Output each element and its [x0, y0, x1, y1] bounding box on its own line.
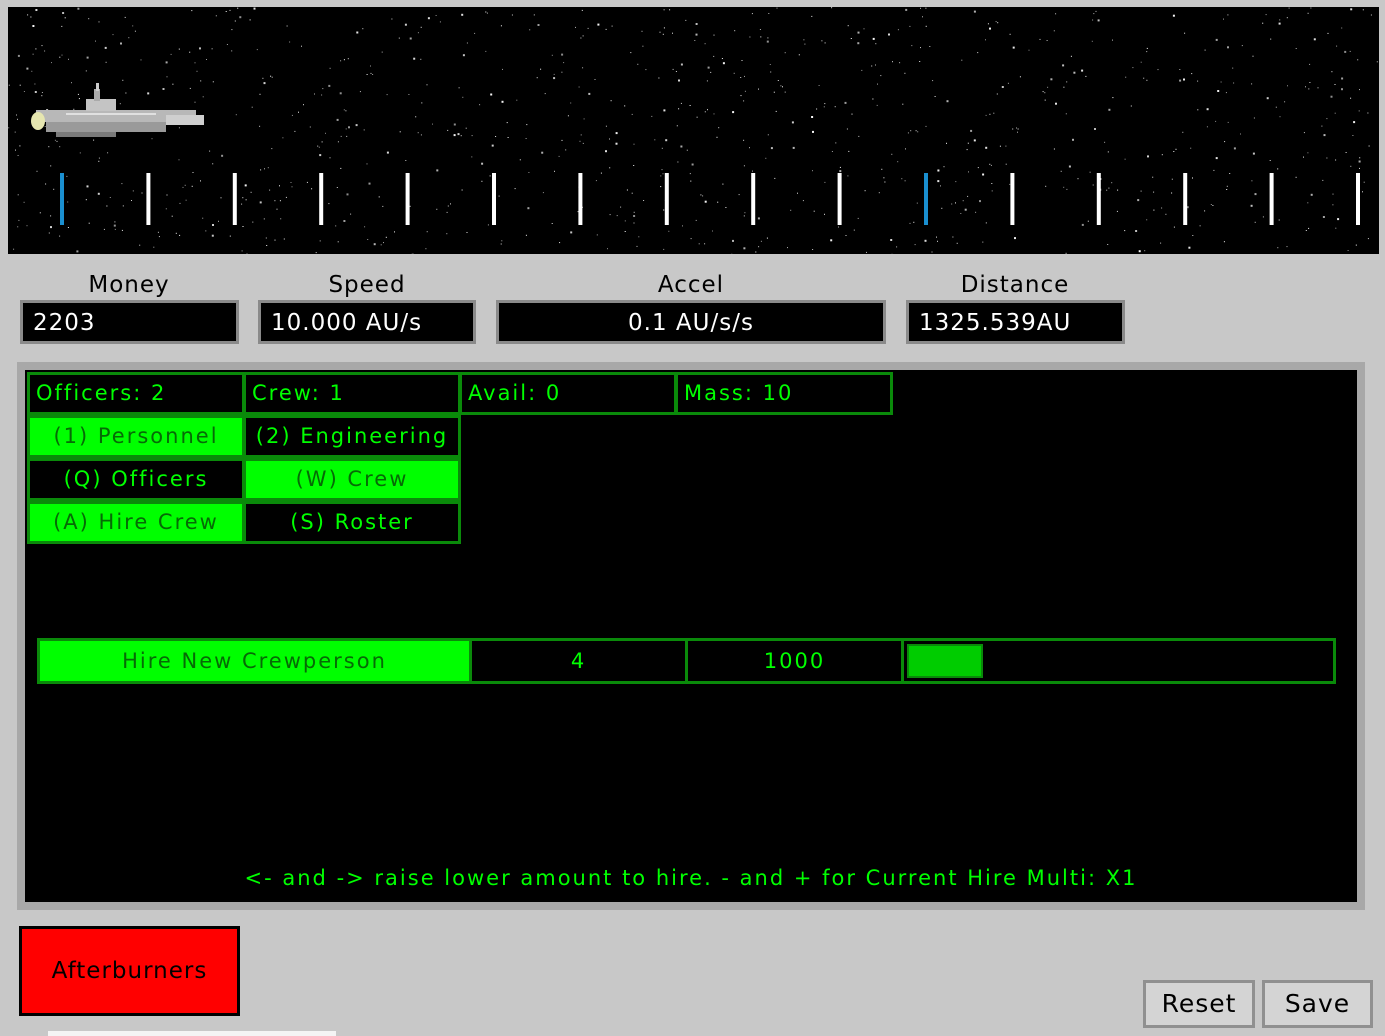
- tab-roster[interactable]: (S) Roster: [243, 501, 461, 544]
- track-marker: [664, 173, 669, 225]
- track-marker: [1269, 173, 1274, 225]
- hire-new-crewperson-button[interactable]: Hire New Crewperson: [40, 641, 472, 681]
- crew-count: Crew: 1: [243, 372, 461, 415]
- track-marker: [578, 173, 583, 225]
- money-label: Money: [88, 272, 170, 298]
- accel-field: 0.1 AU/s/s: [496, 300, 886, 344]
- tab-engineering[interactable]: (2) Engineering: [243, 415, 461, 458]
- spaceship-icon: [31, 83, 204, 137]
- track-marker: [1356, 173, 1360, 225]
- officers-count: Officers: 2: [27, 372, 245, 415]
- save-button[interactable]: Save: [1262, 980, 1373, 1028]
- speed-field: 10.000 AU/s: [258, 300, 476, 344]
- hire-cost: 1000: [688, 641, 904, 681]
- crew-terminal: Officers: 2 Crew: 1 Avail: 0 Mass: 10 (1…: [17, 362, 1365, 910]
- money-field: 2203: [20, 300, 239, 344]
- track-marker: [924, 173, 928, 225]
- track-marker: [492, 173, 496, 225]
- hire-progress-fill: [907, 644, 983, 678]
- tab-personnel[interactable]: (1) Personnel: [27, 415, 245, 458]
- track-marker: [1183, 173, 1188, 225]
- track-marker: [146, 173, 151, 225]
- bottom-strip: [48, 1031, 336, 1036]
- tab-hire-crew[interactable]: (A) Hire Crew: [27, 501, 245, 544]
- distance-label: Distance: [960, 272, 1070, 298]
- distance-field: 1325.539AU: [906, 300, 1125, 344]
- space-view: [8, 7, 1379, 254]
- reset-button[interactable]: Reset: [1143, 980, 1255, 1028]
- track-marker: [1010, 173, 1015, 225]
- avail-count: Avail: 0: [459, 372, 677, 415]
- track-marker: [232, 173, 237, 225]
- speed-label: Speed: [328, 272, 406, 298]
- tab-crew[interactable]: (W) Crew: [243, 458, 461, 501]
- hire-row[interactable]: Hire New Crewperson 4 1000: [37, 638, 1336, 684]
- track-marker: [60, 173, 64, 225]
- track-marker: [405, 173, 410, 225]
- track-marker: [1096, 173, 1101, 225]
- hire-progress-track: [904, 641, 1333, 681]
- tab-officers[interactable]: (Q) Officers: [27, 458, 245, 501]
- accel-label: Accel: [657, 272, 725, 298]
- hire-amount: 4: [472, 641, 688, 681]
- track-marker: [751, 173, 756, 225]
- hire-hint: <- and -> raise lower amount to hire. - …: [244, 866, 1138, 890]
- track-marker: [319, 173, 324, 225]
- track-marker: [837, 173, 842, 225]
- mass-value: Mass: 10: [675, 372, 893, 415]
- afterburners-button[interactable]: Afterburners: [19, 926, 240, 1016]
